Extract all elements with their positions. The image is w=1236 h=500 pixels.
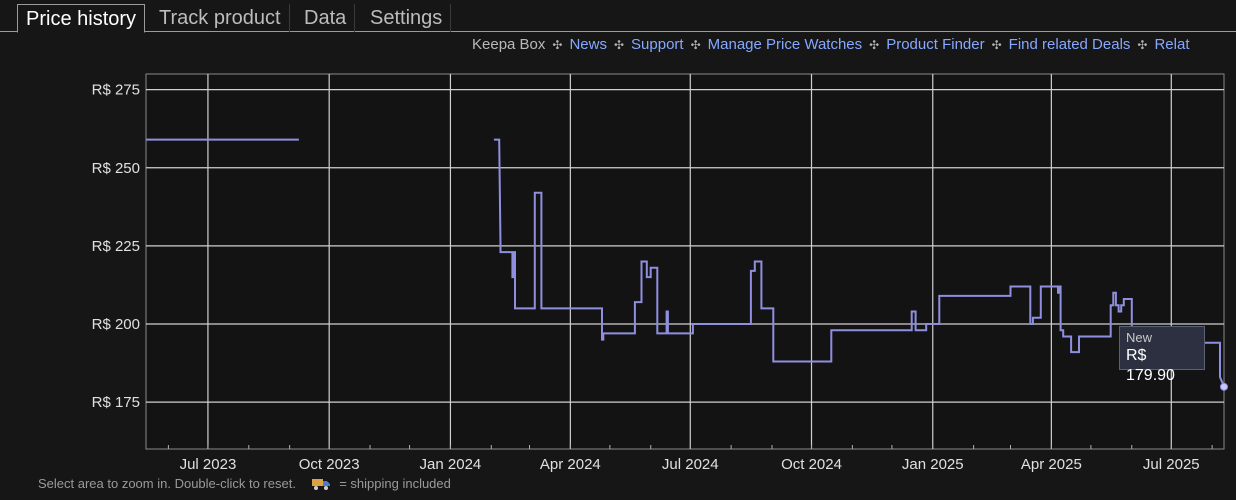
tooltip-label: New bbox=[1126, 330, 1153, 345]
shipping-legend-text: = shipping included bbox=[339, 476, 451, 491]
x-tick-label: Jan 2024 bbox=[420, 456, 482, 473]
chart-hint: Select area to zoom in. Double-click to … bbox=[38, 476, 451, 493]
tooltip-value: R$ 179.90 bbox=[1126, 347, 1175, 384]
y-tick-label: R$ 250 bbox=[92, 160, 140, 177]
truck-icon bbox=[311, 478, 330, 493]
price-tooltip: New R$ 179.90 bbox=[1119, 326, 1205, 384]
y-tick-label: R$ 200 bbox=[92, 316, 140, 333]
x-tick-label: Jul 2023 bbox=[180, 456, 237, 473]
current-price-point bbox=[1220, 382, 1228, 391]
x-tick-label: Jul 2024 bbox=[662, 456, 719, 473]
x-tick-label: Jul 2025 bbox=[1143, 456, 1200, 473]
x-tick-label: Oct 2024 bbox=[781, 456, 842, 473]
y-tick-label: R$ 275 bbox=[92, 82, 140, 99]
x-tick-label: Apr 2025 bbox=[1021, 456, 1082, 473]
y-tick-label: R$ 175 bbox=[92, 394, 140, 411]
x-tick-label: Apr 2024 bbox=[540, 456, 601, 473]
x-tick-label: Oct 2023 bbox=[299, 456, 360, 473]
y-tick-label: R$ 225 bbox=[92, 238, 140, 255]
x-tick-label: Jan 2025 bbox=[902, 456, 964, 473]
plot-area bbox=[145, 73, 1225, 450]
price-history-chart[interactable]: R$ 175 R$ 200 R$ 225 R$ 250 R$ 275 Jul 2023 Oc… bbox=[0, 0, 1236, 500]
zoom-hint-text: Select area to zoom in. Double-click to … bbox=[38, 476, 296, 491]
